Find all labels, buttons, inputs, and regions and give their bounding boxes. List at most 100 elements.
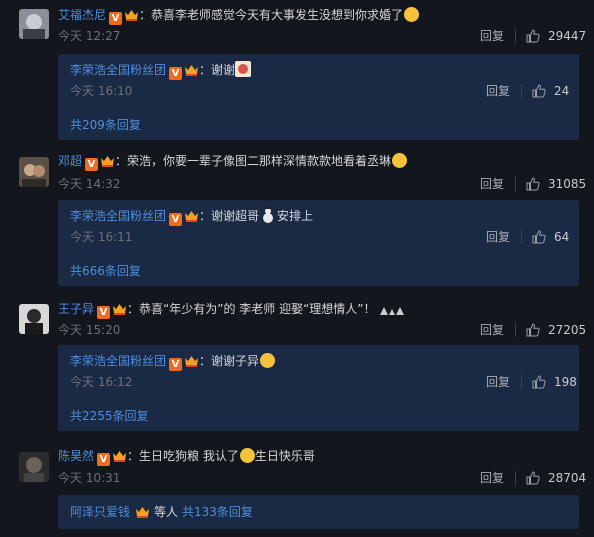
- reply-button[interactable]: 回复: [480, 176, 504, 192]
- comment-line: 陈昊然 V ：生日吃狗粮 我认了 生日快乐哥: [58, 447, 315, 466]
- like-button[interactable]: 24: [532, 83, 569, 99]
- like-button[interactable]: 27205: [526, 322, 586, 338]
- reply-text: ：谢谢: [199, 63, 236, 77]
- reply-button[interactable]: 回复: [480, 470, 504, 486]
- verified-icon: V: [97, 306, 111, 319]
- crown-icon: [113, 304, 127, 315]
- avatar[interactable]: [19, 157, 49, 187]
- comment-text: ：恭喜“年少有为”的 李老师 迎娶“理想情人”！: [127, 302, 376, 316]
- reply-time: 今天 16:11: [70, 230, 133, 244]
- doge-emoji-icon: [392, 153, 408, 168]
- reply-button[interactable]: 回复: [486, 374, 510, 390]
- comment-time: 今天 10:31: [58, 471, 121, 485]
- reply-text: ：谢谢超哥: [199, 209, 260, 223]
- comment-text: ：恭喜李老师感觉今天有大事发生没想到你求婚了: [139, 8, 404, 22]
- divider: [521, 375, 522, 389]
- reply-line: 李荣浩全国粉丝团 V ：谢谢子异: [70, 352, 276, 371]
- thumbs-up-icon: [526, 323, 540, 337]
- reply-text-2: 安排上: [277, 209, 314, 223]
- thumbs-up-icon: [532, 84, 546, 98]
- avatar[interactable]: [19, 452, 49, 482]
- divider: [521, 84, 522, 98]
- crown-icon: [136, 507, 150, 518]
- divider: [515, 177, 516, 191]
- comment-author[interactable]: 陈昊然: [58, 449, 94, 463]
- comment-time: 今天 14:32: [58, 177, 121, 191]
- verified-icon: V: [169, 358, 183, 371]
- reply-button[interactable]: 回复: [486, 229, 510, 245]
- reply-box: 李荣浩全国粉丝团 V ：谢谢子异 今天 16:12 回复 198 共2255条回复: [58, 345, 579, 431]
- like-count: 198: [554, 375, 577, 389]
- laughing-emoji-icon: [404, 7, 420, 22]
- verified-icon: V: [169, 213, 183, 226]
- avatar[interactable]: [19, 9, 49, 39]
- like-count: 29447: [548, 29, 587, 43]
- wedding-icon: [379, 303, 405, 321]
- reply-text: 等人: [154, 505, 179, 519]
- reply-author[interactable]: 李荣浩全国粉丝团: [70, 354, 166, 368]
- reply-box: 李荣浩全国粉丝团 V ：谢谢 今天 16:10 回复 24 共209条回复: [58, 54, 579, 140]
- reply-line: 李荣浩全国粉丝团 V ：谢谢: [70, 61, 252, 82]
- like-count: 24: [554, 84, 570, 98]
- thumbs-up-icon: [526, 177, 540, 191]
- reply-button[interactable]: 回复: [480, 322, 504, 338]
- divider: [521, 230, 522, 244]
- like-button[interactable]: 29447: [526, 28, 586, 44]
- like-button[interactable]: 28704: [526, 470, 586, 486]
- shocked-emoji-icon: [260, 353, 276, 368]
- thumbs-up-icon: [532, 230, 546, 244]
- like-count: 27205: [548, 323, 587, 337]
- snowman-icon: [262, 207, 274, 228]
- comment-text-2: 生日快乐哥: [254, 449, 315, 463]
- crown-icon: [185, 211, 199, 222]
- divider: [515, 29, 516, 43]
- comment-time: 今天 12:27: [58, 29, 121, 43]
- thumbs-up-icon: [526, 29, 540, 43]
- comment-author[interactable]: 邓超: [58, 154, 82, 168]
- like-count: 64: [554, 230, 570, 244]
- reply-box: 阿泽只爱钱 等人 共133条回复: [58, 495, 579, 529]
- comment-author[interactable]: 王子异: [58, 302, 94, 316]
- crown-icon: [185, 65, 199, 76]
- comment-text: ：荣浩，你要一辈子像图二那样深情款款地看着丞琳: [115, 154, 392, 168]
- more-replies-link[interactable]: 共666条回复: [70, 263, 141, 279]
- divider: [515, 323, 516, 337]
- comment-author[interactable]: 艾福杰尼: [58, 8, 106, 22]
- avatar[interactable]: [19, 304, 49, 334]
- comment-text: ：生日吃狗粮 我认了: [127, 449, 239, 463]
- verified-icon: V: [169, 67, 183, 80]
- verified-icon: V: [109, 12, 123, 25]
- crown-icon: [125, 10, 139, 21]
- more-replies-link[interactable]: 共2255条回复: [70, 408, 149, 424]
- thumbs-up-icon: [526, 471, 540, 485]
- more-replies-link[interactable]: 共133条回复: [182, 505, 253, 519]
- thumbs-up-icon: [532, 375, 546, 389]
- comment-time: 今天 15:20: [58, 323, 121, 337]
- divider: [515, 471, 516, 485]
- reply-button[interactable]: 回复: [486, 83, 510, 99]
- reply-box: 李荣浩全国粉丝团 V ：谢谢超哥 安排上 今天 16:11 回复 64 共666条回复: [58, 200, 579, 286]
- like-button[interactable]: 31085: [526, 176, 586, 192]
- verified-icon: V: [85, 158, 99, 171]
- more-replies-link[interactable]: 共209条回复: [70, 117, 141, 133]
- reply-line: 李荣浩全国粉丝团 V ：谢谢超哥 安排上: [70, 207, 314, 228]
- comment-line: 邓超 V ：荣浩，你要一辈子像图二那样深情款款地看着丞琳: [58, 152, 408, 171]
- verified-icon: V: [97, 453, 111, 466]
- crown-icon: [185, 356, 199, 367]
- like-button[interactable]: 64: [532, 229, 569, 245]
- crown-icon: [101, 156, 115, 167]
- reply-line: 阿泽只爱钱 等人 共133条回复: [70, 503, 253, 521]
- like-button[interactable]: 198: [532, 374, 577, 390]
- reply-author[interactable]: 阿泽只爱钱: [70, 505, 130, 519]
- reply-text: ：谢谢子异: [199, 354, 260, 368]
- sticker-icon: [235, 61, 252, 82]
- crown-icon: [113, 451, 127, 462]
- reply-time: 今天 16:12: [70, 375, 133, 389]
- comment-line: 王子异 V ：恭喜“年少有为”的 李老师 迎娶“理想情人”！: [58, 300, 405, 321]
- reply-author[interactable]: 李荣浩全国粉丝团: [70, 209, 166, 223]
- comment-line: 艾福杰尼 V ：恭喜李老师感觉今天有大事发生没想到你求婚了: [58, 6, 420, 25]
- like-count: 31085: [548, 177, 587, 191]
- reply-button[interactable]: 回复: [480, 28, 504, 44]
- reply-author[interactable]: 李荣浩全国粉丝团: [70, 63, 166, 77]
- reply-time: 今天 16:10: [70, 84, 133, 98]
